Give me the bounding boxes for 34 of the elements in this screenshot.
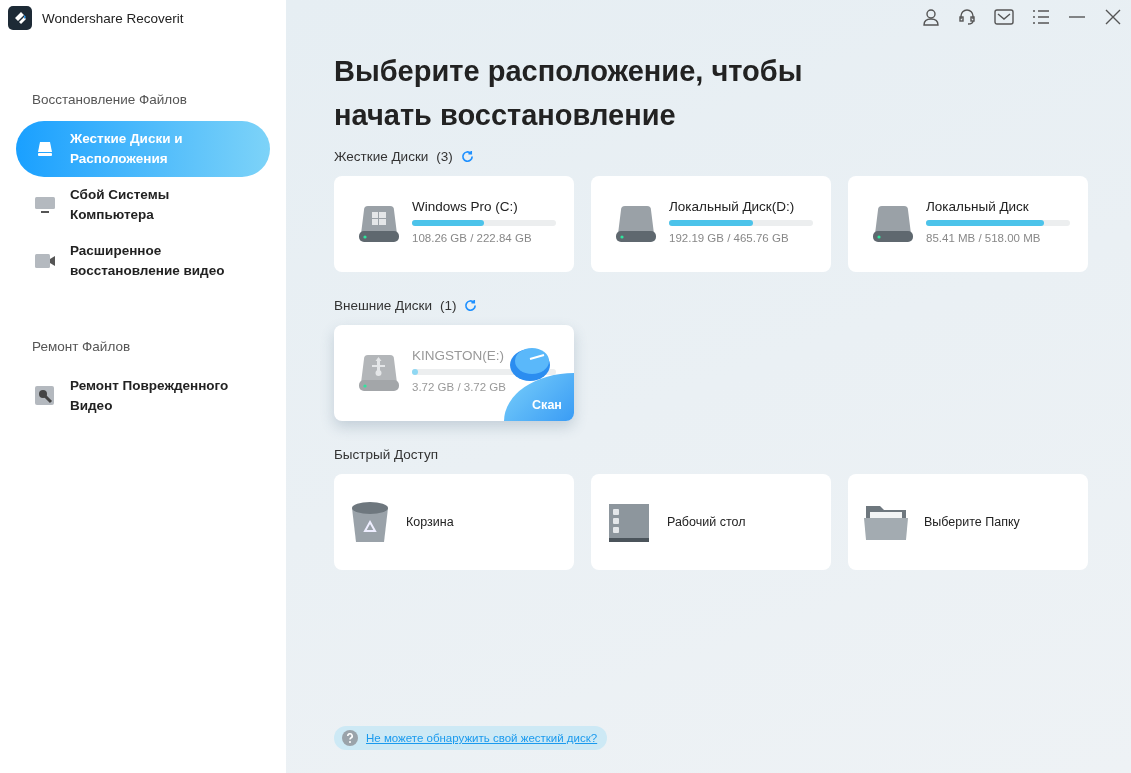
trash-bin-icon — [350, 500, 390, 544]
sidebar-item[interactable]: Ремонт Поврежденного Видео — [16, 368, 270, 424]
app-logo-icon — [8, 6, 32, 30]
drive-usage: 85.41 MB / 518.00 MB — [926, 231, 1042, 244]
wrench-icon — [34, 386, 56, 406]
section-label: Быстрый Доступ — [334, 447, 438, 462]
drive-name: KINGSTON(E:) — [412, 347, 505, 363]
page-title: Выберите расположение, чтобы начать восстановление — [334, 54, 804, 133]
drive-usage: 3.72 GB / 3.72 GB — [412, 380, 507, 393]
drive-count: (1) — [439, 298, 457, 313]
section-label: Внешние Диски — [334, 298, 432, 313]
drive-card[interactable]: Локальный Диск(D:) 192.19 GB / 465.76 GB — [591, 176, 831, 272]
drive-usage: 192.19 GB / 465.76 GB — [669, 231, 790, 244]
app-title: Wondershare Recoverit — [42, 10, 184, 26]
video-camera-icon — [34, 253, 56, 269]
sidebar-heading: Восстановление Файлов — [31, 92, 189, 107]
quick-access-card[interactable]: Рабочий стол — [591, 474, 831, 570]
monitor-icon — [34, 196, 56, 214]
drive-card[interactable]: Windows Pro (C:) 108.26 GB / 222.84 GB — [334, 176, 574, 272]
drive-name: Локальный Диск(D:) — [669, 198, 796, 214]
refresh-icon[interactable] — [460, 150, 474, 163]
sidebar-heading: Ремонт Файлов — [31, 339, 132, 354]
refresh-icon[interactable] — [464, 299, 478, 312]
drive-usage: 108.26 GB / 222.84 GB — [412, 231, 533, 244]
quick-access-card[interactable]: Корзина — [334, 474, 574, 570]
drive-name: Локальный Диск — [926, 198, 1030, 214]
sidebar-item[interactable]: Расширенное восстановление видео — [16, 233, 270, 289]
question-icon — [342, 730, 358, 746]
drive-count: (3) — [436, 149, 453, 164]
drive-card[interactable]: Локальный Диск 85.41 MB / 518.00 MB — [848, 176, 1088, 272]
section-label: Жесткие Диски — [334, 149, 429, 164]
drive-name: Windows Pro (C:) — [412, 198, 519, 214]
sidebar-item[interactable]: Сбой Системы Компьютера — [16, 177, 270, 233]
quick-access-card[interactable]: Выберите Папку — [848, 474, 1088, 570]
